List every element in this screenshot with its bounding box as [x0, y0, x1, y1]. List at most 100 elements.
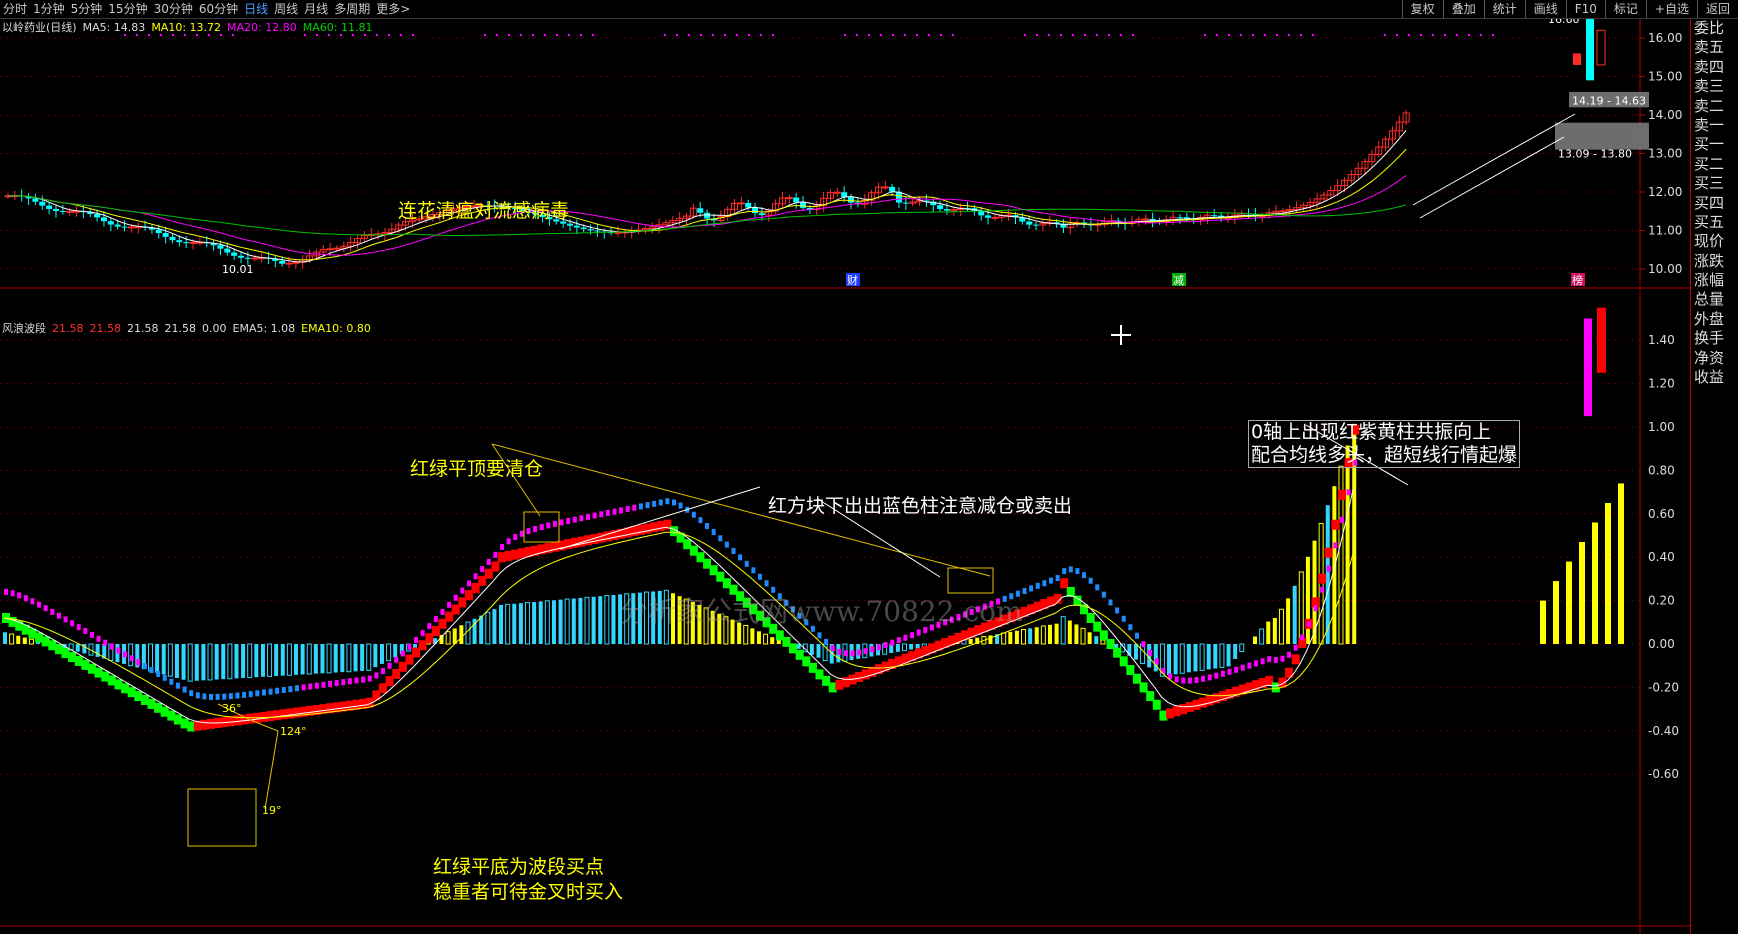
top-dot	[1420, 34, 1422, 36]
side-item-7[interactable]: 买二	[1691, 155, 1738, 174]
candle-body	[752, 207, 759, 214]
toolbar-button-3[interactable]: 画线	[1524, 0, 1566, 18]
side-item-10[interactable]: 买五	[1691, 213, 1738, 232]
side-item-8[interactable]: 买三	[1691, 174, 1738, 193]
signal-dot	[407, 643, 412, 650]
top-dot	[940, 34, 942, 36]
signal-dot	[665, 498, 670, 505]
signal-dot	[678, 502, 683, 509]
signal-dot	[731, 547, 736, 554]
tab-9[interactable]: 多周期	[331, 0, 373, 18]
top-dot	[1132, 34, 1134, 36]
tab-0[interactable]: 分时	[0, 0, 30, 18]
toolbar-button-4[interactable]: F10	[1565, 0, 1605, 18]
candle-body	[52, 208, 59, 212]
histogram-bar	[1253, 636, 1258, 644]
signal-dot	[1101, 591, 1106, 598]
wave-block	[491, 561, 500, 572]
tab-1[interactable]: 1分钟	[30, 0, 68, 18]
side-item-16[interactable]: 换手	[1691, 329, 1738, 348]
toolbar-button-1[interactable]: 叠加	[1442, 0, 1484, 18]
signal-dot	[1048, 577, 1053, 584]
candle-body	[1279, 210, 1287, 213]
histogram-bar	[366, 643, 372, 671]
candle-body	[841, 192, 848, 197]
tab-5[interactable]: 60分钟	[196, 0, 241, 18]
histogram-bar	[393, 644, 398, 658]
candle-body	[114, 224, 121, 227]
toolbar-button-2[interactable]: 统计	[1483, 0, 1525, 18]
side-item-13[interactable]: 涨幅	[1691, 271, 1738, 290]
tab-8[interactable]: 月线	[301, 0, 331, 18]
side-item-14[interactable]: 总量	[1691, 290, 1738, 309]
toolbar-button-6[interactable]: +自选	[1645, 0, 1697, 18]
watermark: 分析家公式网www.70822.com	[620, 595, 1023, 628]
histogram-bar	[274, 644, 279, 677]
side-item-9[interactable]: 买四	[1691, 194, 1738, 213]
histogram-bar	[1305, 556, 1310, 644]
side-item-11[interactable]: 现价	[1691, 232, 1738, 251]
side-item-2[interactable]: 卖四	[1691, 58, 1738, 77]
histogram-bar	[234, 644, 239, 679]
toolbar-button-5[interactable]: 标记	[1604, 0, 1646, 18]
candle-body	[231, 252, 238, 256]
top-dot	[208, 34, 210, 36]
top-dot	[916, 34, 918, 36]
side-item-6[interactable]: 买一	[1691, 135, 1738, 154]
side-item-0[interactable]: 委比	[1691, 19, 1738, 38]
candle-body	[793, 197, 800, 203]
histogram-bar	[1292, 585, 1297, 644]
side-item-17[interactable]: 净资	[1691, 349, 1738, 368]
signal-dot	[361, 676, 366, 683]
top-dot	[1120, 34, 1122, 36]
top-dot	[1252, 34, 1254, 36]
side-item-1[interactable]: 卖五	[1691, 38, 1738, 57]
signal-dot	[870, 646, 875, 653]
breakout-magenta-bar	[1584, 318, 1592, 417]
signal-dot	[136, 659, 141, 666]
signal-dot	[1068, 566, 1073, 573]
tab-10[interactable]: 更多>	[373, 0, 413, 18]
signal-dot	[1287, 651, 1292, 658]
top-dot	[1108, 34, 1110, 36]
signal-dot	[473, 573, 478, 580]
candle-body	[162, 233, 169, 237]
price-tick-label: 14.00	[1648, 108, 1682, 122]
tab-2[interactable]: 5分钟	[68, 0, 106, 18]
wave-block	[1132, 673, 1141, 684]
histogram-bar	[1318, 522, 1324, 645]
histogram-bar	[254, 644, 259, 678]
tab-3[interactable]: 15分钟	[105, 0, 150, 18]
top-dot	[1024, 34, 1026, 36]
toolbar-button-0[interactable]: 复权	[1401, 0, 1443, 18]
histogram-bar	[1067, 620, 1072, 644]
side-item-5[interactable]: 卖一	[1691, 116, 1738, 135]
side-item-12[interactable]: 涨跌	[1691, 252, 1738, 271]
top-dot	[1060, 34, 1062, 36]
top-dot	[340, 34, 342, 36]
histogram-bar	[611, 594, 616, 644]
side-item-15[interactable]: 外盘	[1691, 310, 1738, 329]
tab-4[interactable]: 30分钟	[151, 0, 196, 18]
event-marker: 财	[847, 273, 858, 287]
side-item-3[interactable]: 卖三	[1691, 77, 1738, 96]
histogram-bar	[313, 644, 318, 674]
signal-dot	[400, 650, 405, 657]
side-item-4[interactable]: 卖二	[1691, 97, 1738, 116]
chart-canvas[interactable]: 16.00 15.00 14.00 13.00 12.00 11.00 10.00 1.40 1…	[0, 19, 1690, 934]
top-dot	[1396, 34, 1398, 36]
signal-dot	[1042, 580, 1047, 587]
signal-dot	[817, 632, 822, 639]
signal-dot	[572, 516, 577, 523]
tab-6[interactable]: 日线	[241, 0, 271, 18]
histogram-bar	[459, 625, 464, 644]
signal-dot	[1134, 632, 1139, 639]
toolbar-button-7[interactable]: 返回	[1696, 0, 1738, 18]
signal-dot	[486, 558, 491, 565]
signal-dot	[1320, 586, 1325, 593]
top-dot	[1084, 34, 1086, 36]
side-item-18[interactable]: 收益	[1691, 368, 1738, 387]
wave-block	[1119, 656, 1128, 667]
signal-dot	[453, 594, 458, 601]
tab-7[interactable]: 周线	[271, 0, 301, 18]
